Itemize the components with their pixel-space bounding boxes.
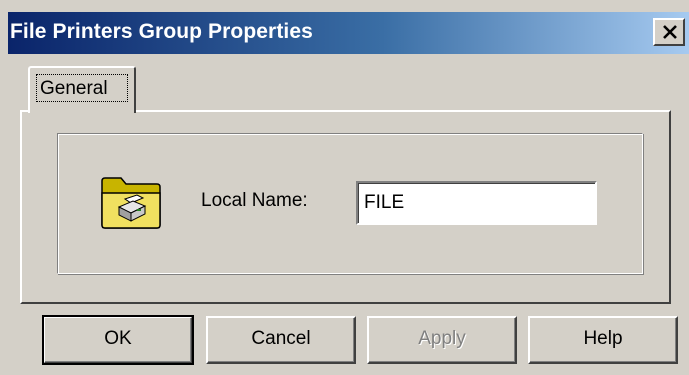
local-name-label: Local Name: bbox=[201, 190, 308, 211]
ok-button[interactable]: OK bbox=[42, 315, 194, 365]
window-title: File Printers Group Properties bbox=[10, 20, 313, 43]
title-bar[interactable]: File Printers Group Properties bbox=[8, 12, 689, 54]
local-name-input[interactable] bbox=[356, 181, 597, 225]
close-icon bbox=[663, 25, 677, 39]
printer-folder-icon bbox=[99, 173, 163, 231]
cancel-button[interactable]: Cancel bbox=[206, 316, 356, 364]
apply-button[interactable]: Apply bbox=[367, 316, 517, 364]
properties-dialog: File Printers Group Properties General L… bbox=[0, 0, 689, 375]
tab-general[interactable]: General bbox=[28, 66, 136, 113]
close-button[interactable] bbox=[653, 18, 685, 46]
tab-general-label: General bbox=[40, 78, 108, 99]
help-button[interactable]: Help bbox=[528, 316, 678, 364]
